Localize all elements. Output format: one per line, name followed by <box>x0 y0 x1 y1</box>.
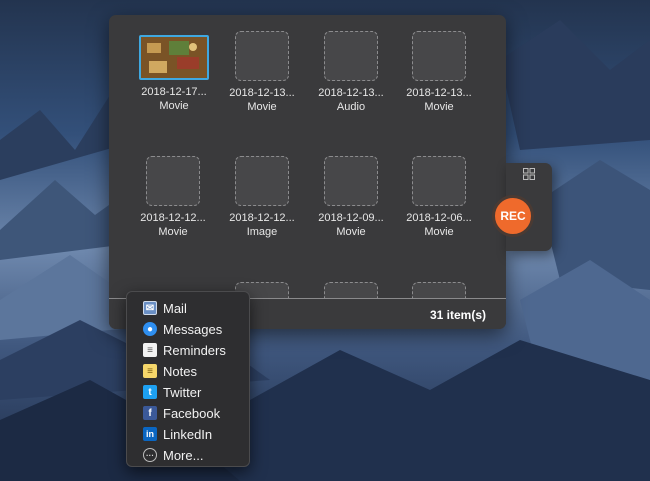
grid-item[interactable] <box>307 282 395 298</box>
item-name: 2018-12-12... <box>140 212 206 224</box>
item-name: 2018-12-12... <box>229 212 295 224</box>
game-thumbnail-image <box>141 37 207 78</box>
grid-item[interactable]: 2018-12-12... Image <box>218 156 306 238</box>
item-name: 2018-12-06... <box>406 212 472 224</box>
thumbnail-placeholder[interactable] <box>412 156 466 206</box>
reminders-icon: ≡ <box>143 343 157 357</box>
thumbnail-placeholder[interactable] <box>412 282 466 298</box>
thumbnail-placeholder[interactable] <box>324 156 378 206</box>
linkedin-icon: in <box>143 427 157 441</box>
thumbnail-placeholder[interactable] <box>324 282 378 298</box>
share-menu: ✉ Mail ● Messages ≡ Reminders ≡ Notes t … <box>126 291 250 467</box>
item-type: Movie <box>424 226 454 238</box>
thumbnail-placeholder[interactable] <box>146 156 200 206</box>
thumbnail-placeholder[interactable] <box>324 31 378 81</box>
thumbnail-placeholder[interactable] <box>235 156 289 206</box>
menu-item-label: Twitter <box>163 384 202 400</box>
menu-item-notes[interactable]: ≡ Notes <box>143 361 197 381</box>
menu-item-label: Reminders <box>163 342 226 358</box>
grid-item[interactable]: 2018-12-13... Movie <box>218 31 306 113</box>
rec-button[interactable]: REC <box>492 195 534 237</box>
menu-item-label: Mail <box>163 300 187 316</box>
menu-item-label: More... <box>163 447 204 463</box>
menu-item-label: LinkedIn <box>163 426 213 442</box>
messages-icon: ● <box>143 322 157 336</box>
item-type: Audio <box>336 101 366 113</box>
facebook-icon: f <box>143 406 157 420</box>
item-type: Movie <box>159 100 189 112</box>
twitter-icon: t <box>143 385 157 399</box>
item-type: Movie <box>336 226 366 238</box>
grid-item[interactable]: 2018-12-12... Movie <box>129 156 217 238</box>
thumbnail-placeholder[interactable] <box>412 31 466 81</box>
menu-item-messages[interactable]: ● Messages <box>143 319 222 339</box>
item-count: 31 item(s) <box>429 308 486 322</box>
grid-view-icon[interactable] <box>523 168 535 180</box>
grid-item[interactable]: 2018-12-09... Movie <box>307 156 395 238</box>
menu-item-twitter[interactable]: t Twitter <box>143 382 201 402</box>
menu-item-label: Notes <box>163 363 197 379</box>
item-type: Movie <box>247 101 277 113</box>
menu-item-linkedin[interactable]: in LinkedIn <box>143 424 212 444</box>
grid-item[interactable]: 2018-12-13... Audio <box>307 31 395 113</box>
menu-item-mail[interactable]: ✉ Mail <box>143 298 187 318</box>
item-name: 2018-12-13... <box>406 87 472 99</box>
item-type: Movie <box>424 101 454 113</box>
item-name: 2018-12-13... <box>318 87 384 99</box>
item-type: Image <box>246 226 278 238</box>
thumbnail-placeholder[interactable] <box>235 31 289 81</box>
item-type: Movie <box>158 226 188 238</box>
menu-item-facebook[interactable]: f Facebook <box>143 403 220 423</box>
grid-item[interactable]: 2018-12-06... Movie <box>395 156 483 238</box>
grid-item[interactable]: 2018-12-13... Movie <box>395 31 483 113</box>
more-icon: ··· <box>143 448 157 462</box>
menu-item-reminders[interactable]: ≡ Reminders <box>143 340 226 360</box>
mail-icon: ✉ <box>143 301 157 315</box>
menu-item-label: Messages <box>163 321 223 337</box>
grid-item[interactable] <box>395 282 483 298</box>
selected-thumbnail[interactable] <box>139 35 209 80</box>
menu-item-label: Facebook <box>163 405 221 421</box>
recordings-panel: 2018-12-17... Movie 2018-12-13... Movie … <box>109 15 506 329</box>
grid-item[interactable]: 2018-12-17... Movie <box>130 35 218 112</box>
notes-icon: ≡ <box>143 364 157 378</box>
item-name: 2018-12-13... <box>229 87 295 99</box>
item-name: 2018-12-09... <box>318 212 384 224</box>
menu-item-more[interactable]: ··· More... <box>143 445 203 465</box>
item-name: 2018-12-17... <box>141 86 207 98</box>
